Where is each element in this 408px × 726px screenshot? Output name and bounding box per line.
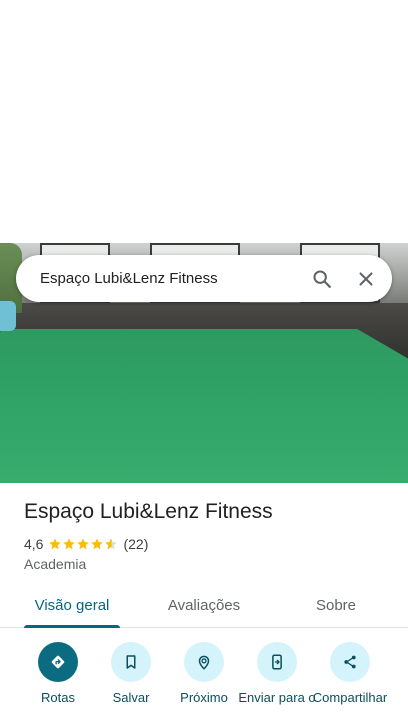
directions-icon [51,655,65,669]
photo-green-mat [0,329,408,483]
save-button-circle [111,642,151,682]
rating-row[interactable]: 4,6 (22) [24,536,148,552]
rating-stars [48,537,118,551]
nearby-icon [198,655,210,670]
review-count: (22) [123,536,149,552]
tab-label: Avaliações [167,596,241,614]
bookmark-icon [126,655,136,669]
search-query-text[interactable]: Espaço Lubi&Lenz Fitness [16,270,300,287]
star-icon [91,538,104,550]
star-icon [49,538,62,550]
tab-label: Visão geral [34,596,110,614]
rating-value: 4,6 [24,536,44,552]
star-half-icon [105,538,118,550]
send-to-phone-icon [272,654,282,670]
save-button[interactable]: Salvar [91,642,171,705]
place-title: Espaço Lubi&Lenz Fitness [24,500,273,523]
tab-bar: Visão geral Avaliações Sobre [0,583,408,628]
tab-active-indicator [24,625,120,628]
nearby-button-circle [184,642,224,682]
share-button-circle [330,642,370,682]
close-icon[interactable] [344,257,388,301]
send-to-phone-label: Enviar para o [238,690,316,705]
tab-overview[interactable]: Visão geral [24,583,120,628]
map-blank-area [0,0,408,243]
nearby-label: Próximo [180,690,228,705]
nearby-button[interactable]: Próximo [164,642,244,705]
directions-label: Rotas [41,690,75,705]
tab-reviews[interactable]: Avaliações [154,583,254,627]
photo-bucket [0,301,16,331]
send-to-phone-button[interactable]: Enviar para o [237,642,317,705]
place-category: Academia [24,556,87,572]
star-icon [77,538,90,550]
directions-button-circle [38,642,78,682]
directions-button[interactable]: Rotas [18,642,98,705]
share-button[interactable]: Compartilhar [310,642,390,705]
search-bar[interactable]: Espaço Lubi&Lenz Fitness [16,255,392,302]
search-icon[interactable] [300,257,344,301]
send-to-phone-button-circle [257,642,297,682]
share-icon [344,655,356,669]
tab-label: Sobre [315,596,357,614]
star-icon [63,538,76,550]
tab-about[interactable]: Sobre [296,583,376,627]
share-label: Compartilhar [312,690,388,705]
save-label: Salvar [112,690,150,705]
action-bar: Rotas Salvar Próximo Enviar para o Compa… [0,642,408,726]
